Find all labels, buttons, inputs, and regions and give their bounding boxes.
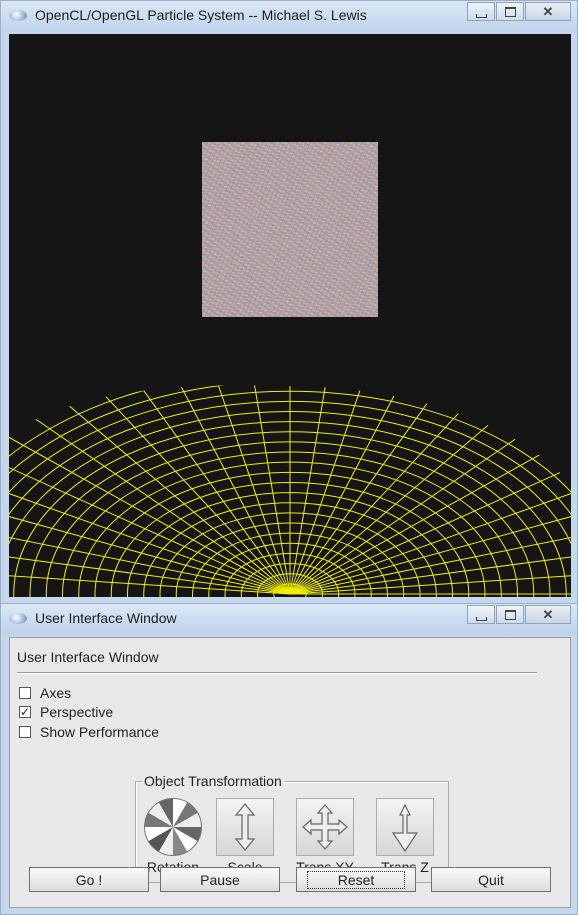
close-button[interactable]: ✕ <box>525 2 571 21</box>
quit-button[interactable]: Quit <box>431 867 551 892</box>
button-label: Reset <box>306 870 406 889</box>
checkbox-label: Axes <box>40 685 72 701</box>
close-button[interactable]: ✕ <box>525 605 571 624</box>
maximize-icon <box>504 6 516 17</box>
axes-checkbox[interactable]: Axes <box>19 685 71 701</box>
gl-titlebar[interactable]: OpenCL/OpenGL Particle System -- Michael… <box>1 1 577 32</box>
app-icon <box>9 10 27 21</box>
close-icon: ✕ <box>542 606 554 622</box>
reset-button[interactable]: Reset <box>296 867 416 892</box>
show-performance-checkbox[interactable]: Show Performance <box>19 724 159 740</box>
rotation-tool[interactable]: Rotation <box>143 798 203 875</box>
checkbox-box[interactable]: ✓ <box>19 706 31 718</box>
trans-xy-tool[interactable]: Trans XY <box>295 798 355 875</box>
checkbox-label: Show Performance <box>40 724 160 740</box>
button-label: Go ! <box>75 871 103 888</box>
close-icon: ✕ <box>542 3 554 19</box>
checkbox-label: Perspective <box>40 704 114 720</box>
checkbox-box[interactable] <box>19 687 31 699</box>
perspective-checkbox[interactable]: ✓ Perspective <box>19 704 113 720</box>
gl-canvas[interactable] <box>9 34 571 597</box>
minimize-button[interactable] <box>467 605 495 624</box>
minimize-icon <box>475 13 487 18</box>
checkbox-box[interactable] <box>19 726 31 738</box>
scale-button[interactable] <box>216 798 274 856</box>
ui-panel: User Interface Window Axes ✓ Perspective… <box>9 637 571 908</box>
maximize-button[interactable] <box>496 2 524 21</box>
minimize-icon <box>475 616 487 621</box>
ui-window: User Interface Window ✕ User Interface W… <box>0 603 578 915</box>
maximize-button[interactable] <box>496 605 524 624</box>
trans-z-tool[interactable]: Trans Z <box>375 798 435 875</box>
maximize-icon <box>504 609 516 620</box>
minimize-button[interactable] <box>467 2 495 21</box>
button-label: Quit <box>478 871 504 888</box>
button-label: Pause <box>200 871 240 888</box>
pause-button[interactable]: Pause <box>160 867 280 892</box>
depth-arrows-icon <box>391 803 419 853</box>
separator <box>17 672 537 674</box>
ui-window-title: User Interface Window <box>35 610 177 626</box>
trans-z-button[interactable] <box>376 798 434 856</box>
scale-tool[interactable]: Scale <box>215 798 275 875</box>
rotation-ball-icon[interactable] <box>144 798 202 856</box>
gl-window-title: OpenCL/OpenGL Particle System -- Michael… <box>35 7 367 23</box>
go-button[interactable]: Go ! <box>29 867 149 892</box>
wireframe-sphere <box>9 385 571 597</box>
four-way-arrows-icon <box>302 804 348 850</box>
gl-window: OpenCL/OpenGL Particle System -- Michael… <box>0 0 578 604</box>
rotation-button[interactable] <box>144 798 202 856</box>
app-icon <box>9 613 27 624</box>
group-title: Object Transformation <box>142 773 284 789</box>
trans-xy-button[interactable] <box>296 798 354 856</box>
panel-heading: User Interface Window <box>17 649 159 665</box>
ui-titlebar[interactable]: User Interface Window ✕ <box>1 604 577 635</box>
vertical-arrows-icon <box>234 803 256 851</box>
